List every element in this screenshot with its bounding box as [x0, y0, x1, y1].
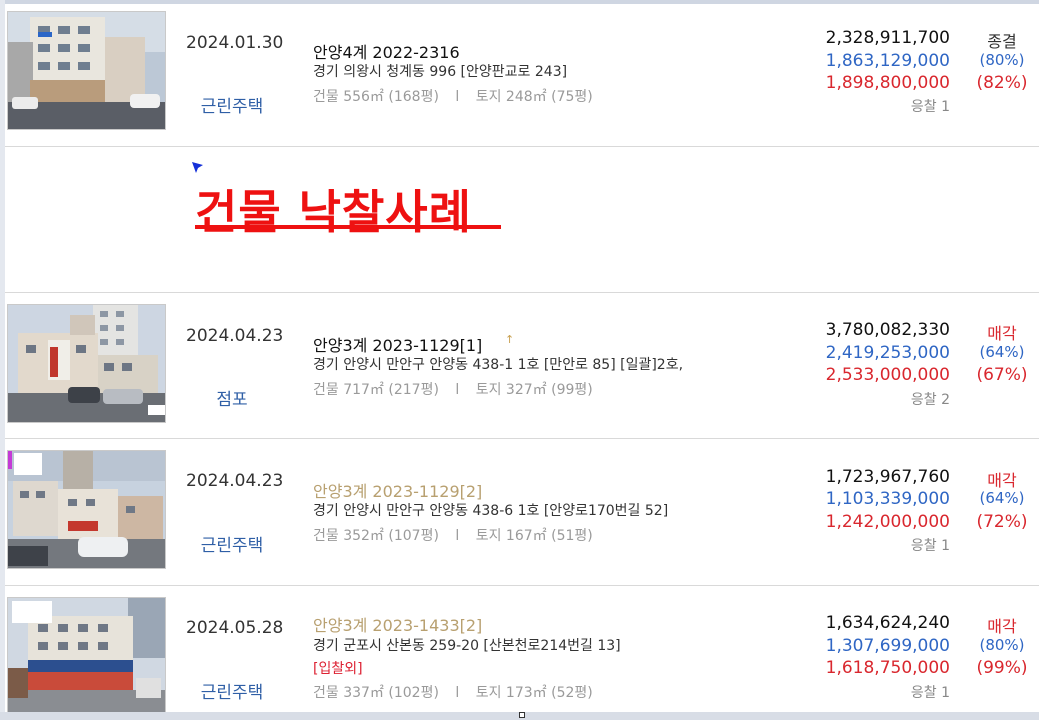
area-info: 건물 717㎡ (217평) l 토지 327㎡ (99평)	[313, 379, 593, 399]
area-info: 건물 556㎡ (168평) l 토지 248㎡ (75평)	[313, 86, 593, 106]
separator: l	[455, 89, 460, 105]
sold-percent: (82%)	[976, 73, 1028, 93]
sale-date: 2024.04.23	[186, 326, 284, 346]
area-info: 건물 352㎡ (107평) l 토지 167㎡ (51평)	[313, 525, 593, 545]
separator: l	[455, 382, 460, 398]
bid-count: 응찰 1	[910, 685, 950, 701]
banner-title: 건물 낙찰사례	[195, 185, 472, 239]
address: 경기 안양시 만안구 안양동 438-1 1호 [만안로 85] [일괄]2호,	[313, 357, 684, 373]
list-item[interactable]: 2024.05.28 근린주택 안양3계 2023-1433[2] 경기 군포시…	[5, 586, 1039, 713]
banner: 건물 낙찰사례	[5, 146, 1039, 293]
sale-date: 2024.01.30	[186, 33, 284, 53]
sold-percent: (99%)	[976, 658, 1028, 678]
property-type: 근린주택	[200, 97, 264, 117]
property-photo[interactable]	[7, 304, 166, 423]
sold-price: 1,618,750,000	[825, 658, 950, 678]
exclusion-note: [입찰외]	[313, 661, 363, 677]
land-area: 토지 173㎡ (52평)	[475, 685, 593, 701]
building-area: 건물 717㎡ (217평)	[313, 382, 439, 398]
land-area: 토지 167㎡ (51평)	[475, 528, 593, 544]
minimum-price: 1,307,699,000	[825, 636, 950, 656]
separator: l	[455, 528, 460, 544]
sold-price: 1,898,800,000	[825, 73, 950, 93]
appraisal-price: 1,723,967,760	[825, 467, 950, 487]
sale-date: 2024.05.28	[186, 618, 284, 638]
separator: l	[455, 685, 460, 701]
sale-date: 2024.04.23	[186, 471, 284, 491]
status-badge: 매각	[987, 471, 1017, 490]
appraisal-price: 2,328,911,700	[825, 28, 950, 48]
minimum-price: 2,419,253,000	[825, 343, 950, 363]
minimum-price: 1,863,129,000	[825, 51, 950, 71]
property-photo[interactable]	[7, 11, 166, 130]
case-number-link[interactable]: 안양3계 2023-1129[2]	[313, 478, 482, 502]
land-area: 토지 327㎡ (99평)	[475, 382, 593, 398]
resize-handle[interactable]	[519, 712, 525, 718]
property-type: 근린주택	[200, 683, 264, 703]
minimum-price: 1,103,339,000	[825, 489, 950, 509]
bid-count: 응찰 1	[910, 538, 950, 554]
case-number-link[interactable]: 안양4계 2022-2316	[313, 39, 460, 63]
sold-percent: (67%)	[976, 365, 1028, 385]
minimum-percent: (64%)	[979, 489, 1025, 507]
building-area: 건물 556㎡ (168평)	[313, 89, 439, 105]
sold-price: 2,533,000,000	[825, 365, 950, 385]
property-type: 근린주택	[200, 536, 264, 556]
minimum-percent: (80%)	[979, 51, 1025, 69]
banner-underline	[195, 225, 501, 229]
status-badge: 종결	[987, 32, 1017, 51]
minimum-percent: (64%)	[979, 343, 1025, 361]
property-photo[interactable]	[7, 450, 166, 569]
bid-count: 응찰 1	[910, 99, 950, 115]
list-item[interactable]: 2024.04.23 근린주택 안양3계 2023-1129[2] 경기 안양시…	[5, 439, 1039, 586]
list-item[interactable]: 2024.01.30 근린주택 안양4계 2022-2316 경기 의왕시 청계…	[5, 0, 1039, 147]
bid-count: 응찰 2	[910, 392, 950, 408]
arrow-up-icon: ↑	[505, 333, 515, 346]
list-item[interactable]: 2024.04.23 점포 안양3계 2023-1129[1] ↑ 경기 안양시…	[5, 293, 1039, 439]
address: 경기 안양시 만안구 안양동 438-6 1호 [안양로170번길 52]	[313, 503, 669, 519]
sold-price: 1,242,000,000	[825, 512, 950, 532]
sold-percent: (72%)	[976, 512, 1028, 532]
building-area: 건물 337㎡ (102평)	[313, 685, 439, 701]
case-number-link[interactable]: 안양3계 2023-1129[1]	[313, 332, 482, 356]
appraisal-price: 3,780,082,330	[825, 320, 950, 340]
status-badge: 매각	[987, 324, 1017, 343]
address: 경기 의왕시 청계동 996 [안양판교로 243]	[313, 64, 568, 80]
property-photo[interactable]	[7, 597, 166, 713]
property-type: 점포	[216, 390, 248, 410]
building-area: 건물 352㎡ (107평)	[313, 528, 439, 544]
pointer-icon	[192, 162, 203, 173]
address: 경기 군포시 산본동 259-20 [산본천로214번길 13]	[313, 638, 621, 654]
area-info: 건물 337㎡ (102평) l 토지 173㎡ (52평)	[313, 682, 593, 702]
case-number-link[interactable]: 안양3계 2023-1433[2]	[313, 612, 482, 636]
appraisal-price: 1,634,624,240	[825, 613, 950, 633]
land-area: 토지 248㎡ (75평)	[475, 89, 593, 105]
status-badge: 매각	[987, 617, 1017, 636]
minimum-percent: (80%)	[979, 636, 1025, 654]
